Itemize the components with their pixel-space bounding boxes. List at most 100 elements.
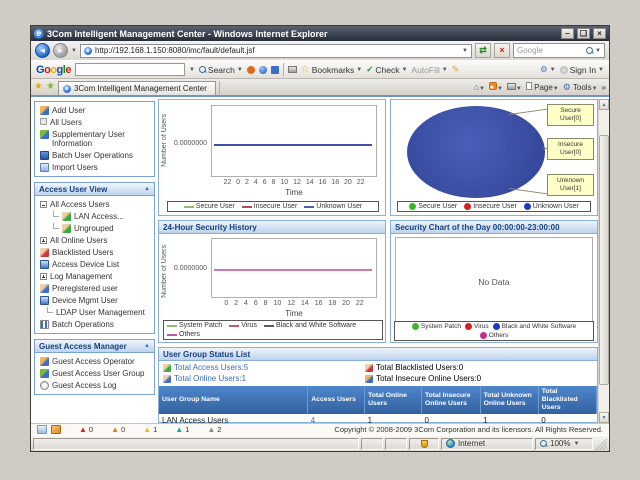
url-input[interactable] xyxy=(95,46,459,55)
sidebar-item-guest-access-user-group[interactable]: Guest Access User Group xyxy=(35,367,154,379)
refresh-button[interactable]: ⇄ xyxy=(475,43,491,58)
sidebar-item-batch-operations[interactable]: Batch Operations xyxy=(35,318,154,330)
highlighter-icon[interactable]: ✎ xyxy=(452,64,460,75)
google-search-input[interactable] xyxy=(75,63,185,76)
alarm-critical[interactable]: ▲0 xyxy=(79,425,93,434)
sidebar-item-ldap-user-management[interactable]: LDAP User Management xyxy=(35,306,154,318)
alarm-hand-icon[interactable] xyxy=(51,425,61,434)
sidebar-item-device-mgmt-user[interactable]: Device Mgmt User xyxy=(35,294,154,306)
alarm-info[interactable]: ▲2 xyxy=(207,425,221,434)
home-button[interactable]: ⌂▼ xyxy=(474,82,485,92)
search-icon xyxy=(199,66,206,73)
favorites-icon[interactable]: ★ xyxy=(34,82,43,92)
more-toolbar-chevron[interactable]: » xyxy=(602,83,606,92)
col-total-blacklisted-users[interactable]: Total Blacklisted Users xyxy=(538,386,596,414)
zoom-pane[interactable]: 100%▼ xyxy=(535,438,593,450)
minimize-button[interactable]: – xyxy=(561,28,574,39)
alarm-minor[interactable]: ▲1 xyxy=(143,425,157,434)
alarm-panel-icon[interactable] xyxy=(37,425,47,434)
address-field[interactable]: e ▼ xyxy=(80,44,472,58)
forward-button[interactable]: ► xyxy=(53,43,68,58)
alarm-major[interactable]: ▲0 xyxy=(111,425,125,434)
col-access-users[interactable]: Access Users xyxy=(308,386,365,414)
collapse-icon[interactable]: ▲ xyxy=(144,186,150,192)
cell-access-users-link[interactable]: 4 xyxy=(308,414,365,423)
news-icon[interactable] xyxy=(247,66,255,74)
sidebar-item-supplementary-user-info[interactable]: Supplementary User Information xyxy=(35,128,154,149)
collapse-icon[interactable]: ▲ xyxy=(144,343,150,349)
sidebar-item-batch-user-operations[interactable]: Batch User Operations xyxy=(35,149,154,161)
access-user-view-header[interactable]: Access User View▲ xyxy=(35,183,154,196)
sidebar-item-all-users[interactable]: All Users xyxy=(35,116,154,128)
translate-icon[interactable] xyxy=(259,66,267,74)
title-bar: e 3Com Intelligent Management Center - W… xyxy=(31,26,609,41)
line-swatch-icon xyxy=(242,206,252,208)
col-total-insecure-online-users[interactable]: Total Insecure Online Users xyxy=(421,386,480,414)
sidebar-item-log-management[interactable]: Log Management xyxy=(35,270,154,282)
col-total-online-users[interactable]: Total Online Users xyxy=(365,386,422,414)
cell-value: 1 xyxy=(365,414,422,423)
blacklisted-users-icon xyxy=(40,248,49,257)
legend-item: Virus xyxy=(229,322,257,329)
total-access-users-link[interactable]: Total Access Users:5 xyxy=(163,363,365,372)
print-button[interactable]: ▼ xyxy=(507,83,522,92)
sidebar-item-guest-access-log[interactable]: Guest Access Log xyxy=(35,379,154,391)
feeds-button[interactable]: ▼ xyxy=(489,82,503,92)
back-button[interactable]: ◄ xyxy=(35,43,50,58)
vertical-scrollbar[interactable]: ▲ ▼ xyxy=(598,99,609,423)
sidebar-item-blacklisted-users[interactable]: Blacklisted Users xyxy=(35,246,154,258)
status-pane xyxy=(385,438,407,450)
add-favorite-icon[interactable]: ★ xyxy=(46,82,55,92)
address-dropdown-icon[interactable]: ▼ xyxy=(462,48,468,54)
guest-access-manager-header[interactable]: Guest Access Manager▲ xyxy=(35,340,154,353)
legend-item: Secure User xyxy=(409,203,457,210)
tools-menu-button[interactable]: ⚙ Tools▼ xyxy=(563,82,598,93)
sidebar-item-lan-access[interactable]: LAN Access... xyxy=(35,210,154,222)
collapse-expander-icon[interactable] xyxy=(40,201,47,208)
scroll-down-arrow[interactable]: ▼ xyxy=(599,412,609,423)
restore-button[interactable]: ❏ xyxy=(577,28,590,39)
tab-3com-imc[interactable]: e 3Com Intelligent Management Center xyxy=(58,81,216,95)
col-total-unknown-online-users[interactable]: Total Unknown Online Users xyxy=(480,386,538,414)
expand-expander-icon[interactable] xyxy=(40,237,47,244)
sidebar-item-preregistered-user[interactable]: Preregistered user xyxy=(35,282,154,294)
sidebar-item-ungrouped[interactable]: Ungrouped xyxy=(35,222,154,234)
alarm-bar: ▲0 ▲0 ▲1 ▲1 ▲2 Copyright © 2008-2009 3Co… xyxy=(31,423,609,435)
tree-connector xyxy=(47,307,53,313)
resize-grip[interactable] xyxy=(595,438,607,450)
expand-expander-icon[interactable] xyxy=(40,273,47,280)
search-icon[interactable] xyxy=(586,47,593,54)
stat-icon xyxy=(365,375,373,383)
sidebar-item-add-user[interactable]: Add User xyxy=(35,104,154,116)
scrollbar-thumb[interactable] xyxy=(599,135,609,385)
add-gadget-icon[interactable] xyxy=(271,66,279,74)
stop-button[interactable]: × xyxy=(494,43,510,58)
y-axis-tick: 0.0000000 xyxy=(167,265,207,272)
total-online-users-link[interactable]: Total Online Users:1 xyxy=(163,374,365,383)
toolbar-wrench-button[interactable]: ⚙▼ xyxy=(540,64,556,75)
sidebar-item-access-device-list[interactable]: Access Device List xyxy=(35,258,154,270)
sidebar-item-import-users[interactable]: Import Users xyxy=(35,161,154,173)
nav-dropdown-icon[interactable]: ▼ xyxy=(71,48,77,54)
scroll-up-arrow[interactable]: ▲ xyxy=(599,99,609,110)
browser-search-box[interactable]: Google ▼ xyxy=(513,43,605,58)
sign-in-button[interactable]: Sign In▼ xyxy=(560,65,604,75)
sidebar-item-all-online-users[interactable]: All Online Users xyxy=(35,234,154,246)
batch-operations-icon xyxy=(40,320,49,329)
col-user-group-name[interactable]: User Group Name xyxy=(159,386,308,414)
page-menu-button[interactable]: Page▼ xyxy=(526,82,559,92)
google-input-dropdown-icon[interactable]: ▼ xyxy=(189,67,195,73)
flat-series-line xyxy=(214,269,372,271)
sidebar-item-all-access-users[interactable]: All Access Users xyxy=(35,198,154,210)
bookmarks-button[interactable]: ☆Bookmarks▼ xyxy=(301,65,362,75)
sidebar-item-guest-access-operator[interactable]: Guest Access Operator xyxy=(35,355,154,367)
alarm-warning[interactable]: ▲1 xyxy=(175,425,189,434)
search-dropdown-icon[interactable]: ▼ xyxy=(595,48,601,54)
dot-swatch-icon xyxy=(480,332,487,339)
close-button[interactable]: × xyxy=(593,28,606,39)
google-search-button[interactable]: Search▼ xyxy=(199,65,243,75)
autofill-button[interactable]: AutoFill▼ xyxy=(411,65,447,75)
check-button[interactable]: ✓Check▼ xyxy=(366,64,407,75)
pie-legend: Secure User Insecure User Unknown User xyxy=(397,201,591,212)
send-to-icon[interactable] xyxy=(288,66,297,73)
